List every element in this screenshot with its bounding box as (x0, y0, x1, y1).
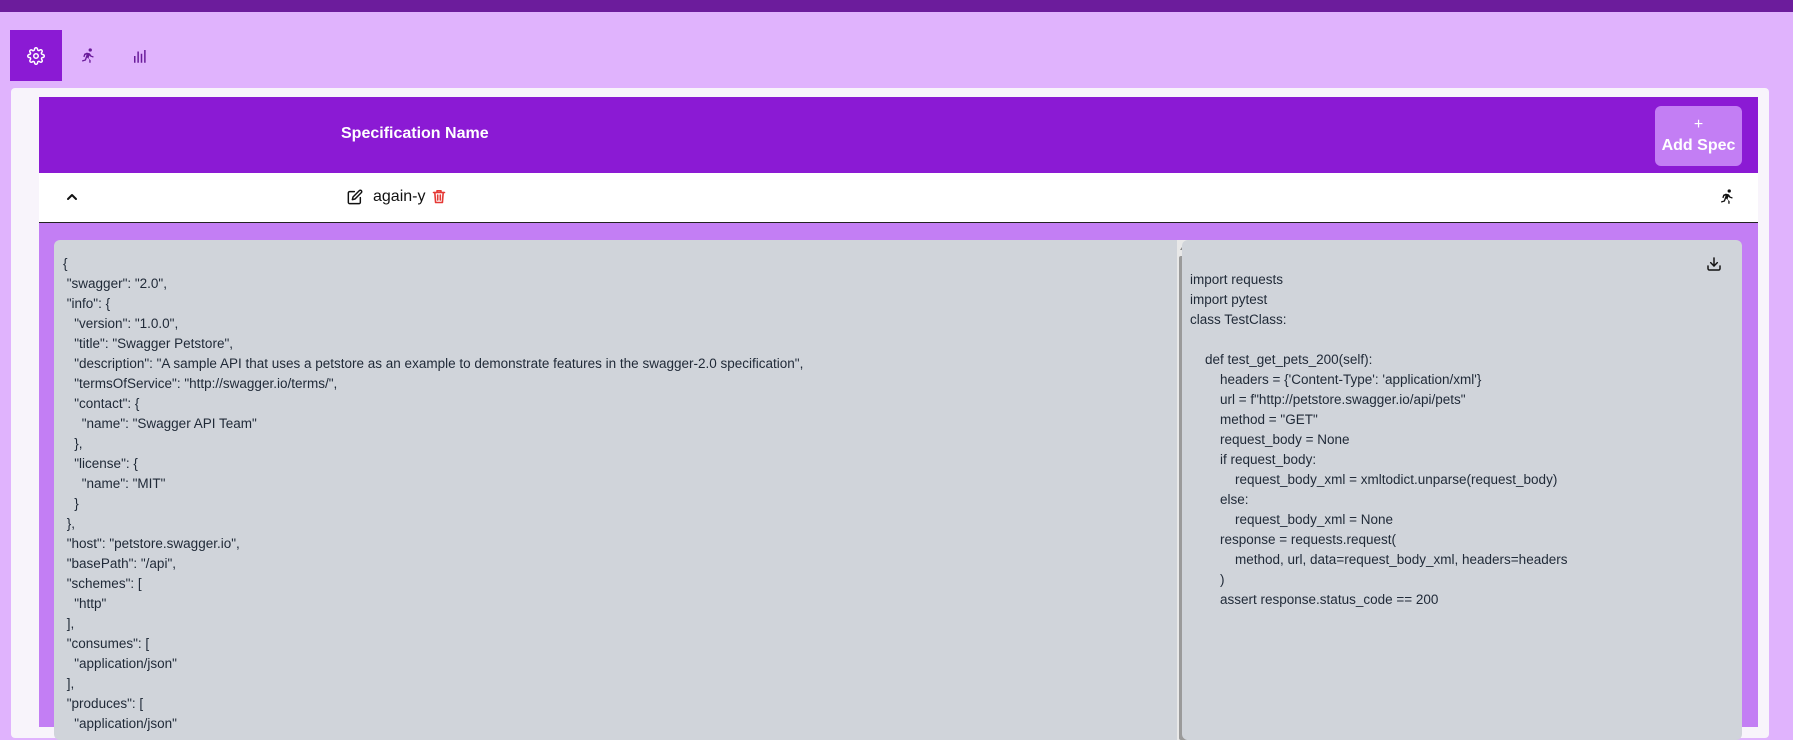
spec-details: { "swagger": "2.0", "info": { "version":… (39, 223, 1758, 740)
table-header: Specification Name + Add Spec (39, 97, 1758, 173)
stats-tab-button[interactable] (114, 30, 166, 81)
run-tab-button[interactable] (62, 30, 114, 81)
plus-icon: + (1693, 116, 1704, 133)
spec-json-editor[interactable]: { "swagger": "2.0", "info": { "version":… (54, 240, 1190, 740)
download-icon[interactable] (1706, 256, 1722, 272)
table-row: again-y (39, 173, 1758, 223)
edit-icon[interactable] (347, 189, 363, 205)
chevron-up-icon[interactable] (65, 190, 79, 204)
trash-icon[interactable] (432, 189, 446, 204)
toolbar (10, 30, 166, 81)
top-bar (0, 0, 1793, 12)
add-spec-button[interactable]: + Add Spec (1655, 106, 1742, 166)
spec-json-text: { "swagger": "2.0", "info": { "version":… (63, 256, 804, 731)
generated-code-panel: import requests import pytest class Test… (1182, 240, 1742, 740)
column-title-spec-name: Specification Name (341, 125, 489, 142)
gear-icon (27, 46, 45, 65)
generated-code-text: import requests import pytest class Test… (1190, 272, 1568, 607)
bar-chart-icon (134, 49, 146, 63)
add-spec-label: Add Spec (1661, 137, 1736, 154)
runner-icon (82, 47, 94, 63)
settings-tab-button[interactable] (10, 30, 62, 81)
spec-name: again-y (373, 188, 426, 205)
run-spec-icon[interactable] (1718, 188, 1736, 206)
